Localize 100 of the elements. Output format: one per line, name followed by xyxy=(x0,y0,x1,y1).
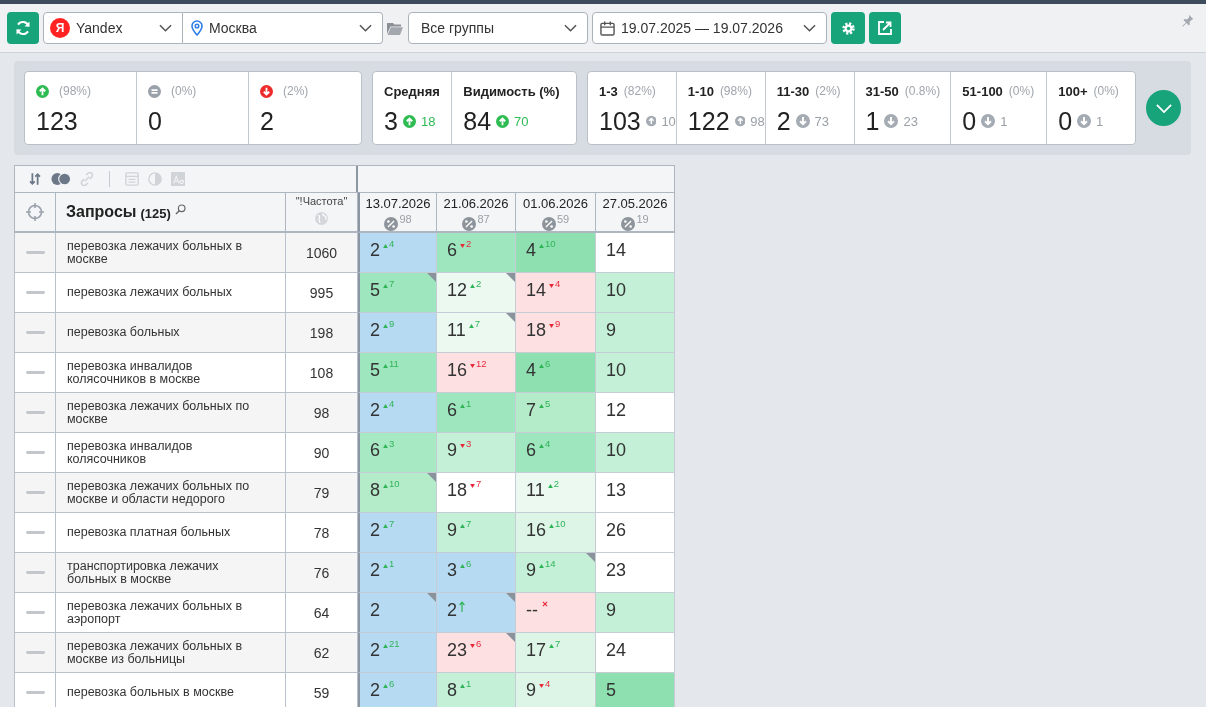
frequency-cell: 59 xyxy=(286,673,358,707)
frequency-cell: 90 xyxy=(286,433,358,473)
globe-icon xyxy=(315,212,328,225)
stat-value: 3 xyxy=(384,106,398,136)
rank-value: 4 xyxy=(526,359,536,381)
stat-percent: (98%) xyxy=(719,84,752,98)
rank-value: 8 xyxy=(370,479,380,501)
rank-change: 6 xyxy=(545,359,551,369)
rank-change: 9 xyxy=(389,319,395,329)
rank-change: 1 xyxy=(389,559,395,569)
query-cell: перевозка больных в москве xyxy=(56,673,286,707)
rank-change: 10 xyxy=(545,239,556,249)
minus-icon[interactable] xyxy=(25,610,45,615)
rank-change: 7 xyxy=(389,519,395,529)
search-engine-select[interactable]: Я Yandex xyxy=(43,12,183,44)
corner-flag-icon xyxy=(506,633,515,642)
stat-percent: (98%) xyxy=(59,84,91,98)
minus-icon[interactable] xyxy=(25,290,45,295)
date-range-select[interactable]: 19.07.2025 — 19.07.2026 xyxy=(592,12,827,44)
rank-change: 4 xyxy=(545,439,551,449)
query-cell: перевозка больных xyxy=(56,313,286,353)
visibility-score: 87 xyxy=(477,213,490,225)
rank-change: 9 xyxy=(555,319,561,329)
minus-icon[interactable] xyxy=(25,570,45,575)
stat-percent: (0%) xyxy=(1008,84,1035,98)
pin-icon[interactable] xyxy=(1181,14,1194,27)
rank-change: 3 xyxy=(389,439,395,449)
stat-change: 98 xyxy=(750,113,765,129)
stat-value: 123 xyxy=(36,106,79,136)
rank-change: 11 xyxy=(389,359,399,369)
rank-change: 7 xyxy=(474,319,480,329)
visibility-score: 98 xyxy=(399,213,412,225)
minus-icon[interactable] xyxy=(25,450,45,455)
minus-icon[interactable] xyxy=(25,530,45,535)
rank-change: 2 xyxy=(466,239,472,249)
folder-icon[interactable] xyxy=(387,21,403,35)
search-icon[interactable] xyxy=(174,203,186,215)
rank-value: 6 xyxy=(526,439,536,461)
chevron-down-icon xyxy=(1155,103,1172,113)
minus-icon[interactable] xyxy=(25,250,45,255)
rank-value: 18 xyxy=(447,479,468,501)
query-cell: перевозка лежачих больных по москве xyxy=(56,393,286,433)
engine-logo: Я xyxy=(50,18,70,38)
minus-icon[interactable] xyxy=(25,410,45,415)
settings-button[interactable] xyxy=(831,12,865,44)
date-column-header[interactable]: 27.05.2026 xyxy=(602,196,668,211)
rank-value: 5 xyxy=(370,359,380,381)
corner-flag-icon xyxy=(427,473,436,482)
rank-value: 6 xyxy=(447,399,457,421)
refresh-button[interactable] xyxy=(7,12,39,44)
date-column-header[interactable]: 01.06.2026 xyxy=(522,196,589,211)
minus-icon[interactable] xyxy=(25,330,45,335)
minus-icon[interactable] xyxy=(25,370,45,375)
rank-value: 16 xyxy=(447,359,468,381)
corner-flag-icon xyxy=(427,273,436,282)
query-cell: транспортировка лежачих больных в москве xyxy=(56,553,286,593)
minus-icon[interactable] xyxy=(25,690,45,695)
rank-change: 14 xyxy=(545,559,556,569)
overlapping-circles-icon[interactable] xyxy=(51,172,71,186)
rank-value: 3 xyxy=(447,559,457,581)
group-select[interactable]: Все группы xyxy=(408,12,588,44)
corner-flag-icon xyxy=(586,553,595,562)
crosshair-icon[interactable] xyxy=(25,202,45,222)
stat-label: 51-100 xyxy=(962,83,1003,99)
rank-change: 7 xyxy=(476,479,482,489)
minus-icon[interactable] xyxy=(25,490,45,495)
rank-value: 14 xyxy=(526,279,547,301)
frequency-cell: 78 xyxy=(286,513,358,553)
query-cell: перевозка лежачих больных в москве из больницы xyxy=(56,633,286,673)
date-column-header[interactable]: 13.07.2026 xyxy=(365,196,431,211)
date-column-header[interactable]: 21.06.2026 xyxy=(443,196,509,211)
query-cell: перевозка платная больных xyxy=(56,513,286,553)
sort-icon[interactable] xyxy=(28,172,42,186)
query-cell: перевозка лежачих больных в москве xyxy=(56,233,286,273)
rank-value: 2 xyxy=(447,599,457,621)
chevron-down-icon xyxy=(803,24,816,32)
query-cell: перевозка инвалидов колясочников в москве xyxy=(56,353,286,393)
rank-value: 6 xyxy=(447,239,457,261)
stat-value: 103 xyxy=(599,106,641,136)
rank-value: 9 xyxy=(447,519,457,541)
rank-value: 7 xyxy=(526,399,536,421)
stat-label: Видимость (%) xyxy=(463,83,560,99)
stat-value: 84 xyxy=(463,106,492,136)
query-count: (125) xyxy=(140,205,171,221)
expand-button[interactable] xyxy=(1146,90,1181,126)
rank-value: 2 xyxy=(370,239,380,261)
rank-change: 10 xyxy=(555,519,566,529)
stat-change: 73 xyxy=(814,113,830,129)
query-cell: перевозка инвалидов колясочников xyxy=(56,433,286,473)
frequency-cell: 79 xyxy=(286,473,358,513)
calendar-icon xyxy=(600,20,615,36)
region-select[interactable]: Москва xyxy=(183,12,383,44)
stat-change: 70 xyxy=(514,113,529,129)
query-cell: перевозка лежачих больных в аэропорт xyxy=(56,593,286,633)
frequency-cell: 198 xyxy=(286,313,358,353)
stat-value: 2 xyxy=(260,106,275,136)
export-button[interactable] xyxy=(869,12,901,44)
location-pin-icon xyxy=(191,20,203,36)
minus-icon[interactable] xyxy=(25,650,45,655)
rank-value: 2 xyxy=(370,559,380,581)
